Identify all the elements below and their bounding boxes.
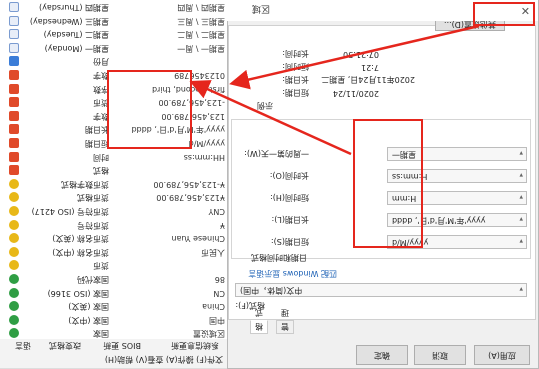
mirrored-screen: 文件(F) 操作(A) 查看(V) 帮助(H) 语言 改变格式 BIOS 更新 … — [0, 0, 539, 369]
arrow-fields — [189, 80, 352, 156]
annotation-arrows — [189, 24, 480, 156]
arrow-apply — [229, 24, 480, 90]
